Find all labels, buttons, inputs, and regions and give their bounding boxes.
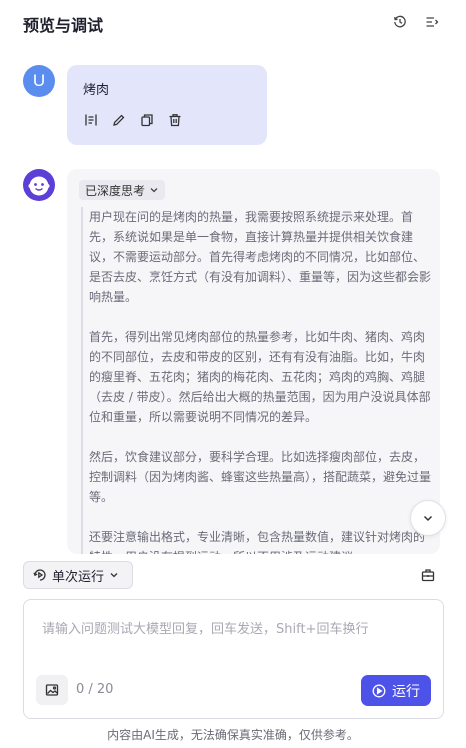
message-actions <box>83 112 183 128</box>
thinking-paragraph: 首先，得列出常见烤肉部位的热量参考，比如牛肉、猪肉、鸡肉的不同部位，去皮和带皮的… <box>89 330 431 424</box>
menu-collapse-icon[interactable] <box>422 12 442 32</box>
run-button[interactable]: 运行 <box>361 675 431 706</box>
run-mode-label: 单次运行 <box>52 569 105 585</box>
thinking-paragraph: 用户现在问的是烤肉的热量，我需要按照系统提示来处理。首先，系统说如果是单一食物，… <box>89 210 432 304</box>
run-mode-icon <box>33 569 46 581</box>
chevron-down-icon <box>150 188 158 193</box>
thinking-toggle[interactable]: 已深度思考 <box>79 180 166 200</box>
message-input[interactable] <box>40 616 429 660</box>
char-counter: 0 / 20 <box>76 682 114 697</box>
thinking-paragraph: 然后，饮食建议部分，要科学合理。比如选择瘦肉部位，去皮，控制调料（因为烤肉酱、蜂… <box>89 450 432 504</box>
scroll-to-bottom-button[interactable] <box>410 500 446 536</box>
run-button-label: 运行 <box>392 683 420 700</box>
chevron-down-icon <box>423 515 433 522</box>
image-icon <box>45 684 59 696</box>
edit-format-icon[interactable] <box>83 112 99 128</box>
bot-message-card: 已深度思考 用户现在问的是烤肉的热量，我需要按照系统提示来处理。首先，系统说如果… <box>67 169 440 554</box>
trash-icon[interactable] <box>167 112 183 128</box>
play-circle-icon <box>372 684 386 697</box>
page-title: 预览与调试 <box>23 16 104 35</box>
bot-face-icon <box>28 176 50 196</box>
user-avatar: U <box>23 65 55 97</box>
thinking-paragraph: 还要注意输出格式，专业清晰，包含热量数值，建议针对烤肉的特性，用户没有提到运动，… <box>89 530 426 554</box>
run-mode-select[interactable]: 单次运行 <box>23 561 133 589</box>
bot-avatar <box>23 169 55 201</box>
ai-disclaimer: 内容由AI生成，无法确保真实准确，仅供参考。 <box>107 728 359 742</box>
thinking-content: 用户现在问的是烤肉的热量，我需要按照系统提示来处理。首先，系统说如果是单一食物，… <box>81 207 434 554</box>
thinking-toggle-label: 已深度思考 <box>85 183 146 198</box>
chevron-down-icon <box>110 573 118 578</box>
upload-image-button[interactable] <box>36 675 68 705</box>
user-message-bubble: 烤肉 <box>67 65 267 145</box>
briefcase-icon[interactable] <box>418 565 438 585</box>
message-input-box: 0 / 20 运行 <box>23 599 444 719</box>
user-message-text: 烤肉 <box>83 83 110 98</box>
pencil-icon[interactable] <box>111 112 127 128</box>
history-icon[interactable] <box>390 12 410 32</box>
copy-icon[interactable] <box>139 112 155 128</box>
